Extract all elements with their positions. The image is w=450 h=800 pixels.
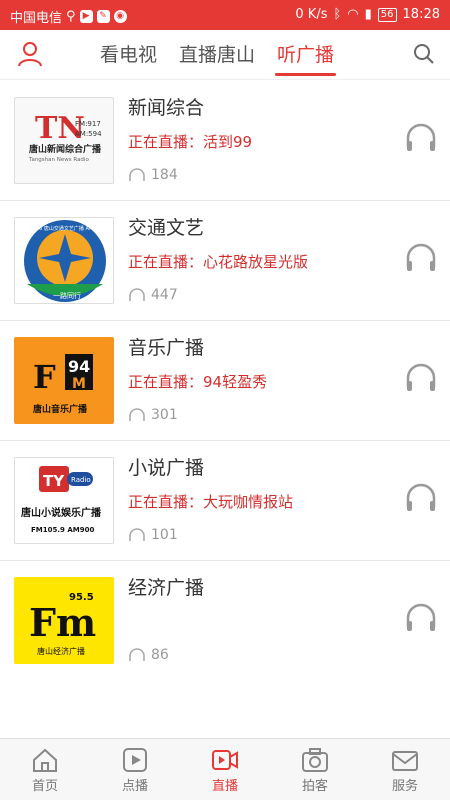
bottom-navigation: 首页 点播 直播 拍客 服务 (0, 738, 450, 800)
station-name: 新闻综合 (128, 97, 205, 119)
signal-icon: ▮ (364, 7, 372, 22)
svg-text:FM:917: FM:917 (75, 120, 101, 128)
listeners-icon (129, 408, 145, 421)
listeners-icon (129, 648, 145, 661)
listener-count: 101 (151, 527, 178, 543)
station-logo-news: TN FM:917 AM:594 唐山新闻综合广播 Tangshan News … (14, 97, 114, 184)
app-notification-icon: ◉ (113, 10, 127, 23)
station-logo-music: F 94 M 唐山音乐广播 (14, 337, 114, 424)
station-name: 小说广播 (128, 457, 205, 479)
nav-label: 直播 (211, 779, 238, 794)
clock: 18:28 (402, 7, 440, 22)
home-icon (33, 748, 57, 772)
svg-text:FM105.9 AM900: FM105.9 AM900 (31, 526, 94, 534)
top-navigation: 看电视 直播唐山 听广播 (0, 30, 450, 80)
svg-text:唐山新闻综合广播: 唐山新闻综合广播 (29, 143, 102, 155)
svg-text:95.5: 95.5 (69, 592, 94, 603)
listeners-icon (129, 528, 145, 541)
listeners-icon (129, 288, 145, 301)
nav-vod[interactable]: 点播 (90, 739, 180, 800)
headphones-icon[interactable] (404, 121, 438, 155)
headphones-icon[interactable] (404, 241, 438, 275)
svg-text:Radio: Radio (71, 476, 91, 484)
app-notification-icon: ▶ (79, 10, 93, 23)
now-playing: 正在直播：94轻盈秀 (128, 373, 268, 391)
listener-count: 86 (151, 647, 169, 663)
svg-text:94: 94 (68, 357, 90, 376)
nav-live[interactable]: 直播 (180, 739, 270, 800)
nav-home[interactable]: 首页 (0, 739, 90, 800)
station-row-economy[interactable]: Fm 95.5 唐山经济广播 经济广播 86 (0, 561, 450, 681)
headphones-icon[interactable] (404, 481, 438, 515)
station-name: 交通文艺 (128, 217, 205, 239)
status-bar: 中国电信 ⚲ ▶ ✎ ◉ 0 K/s ᛒ ◠ ▮ 56 18:28 (0, 0, 450, 30)
logo-letters: TN (35, 111, 85, 146)
listener-count: 301 (151, 407, 178, 423)
nav-reporter[interactable]: 拍客 (270, 739, 360, 800)
svg-text:Tangshan News Radio: Tangshan News Radio (28, 157, 89, 163)
headphones-icon[interactable] (404, 601, 438, 635)
svg-text:唐山音乐广播: 唐山音乐广播 (33, 403, 88, 415)
now-playing: 正在直播：大玩咖情报站 (128, 493, 294, 511)
listeners-icon (129, 168, 145, 181)
station-logo-novel: TY Radio 唐山小说娱乐广播 FM105.9 AM900 (14, 457, 114, 544)
tab-live-tangshan[interactable]: 直播唐山 (179, 30, 255, 80)
video-icon (212, 750, 238, 770)
svg-text:Fm: Fm (29, 600, 96, 645)
station-logo-traffic: 一路同行 FM99.6 唐山交通文艺广播 AM1143 (14, 217, 114, 304)
svg-text:唐山小说娱乐广播: 唐山小说娱乐广播 (21, 506, 102, 519)
wifi-icon: ◠ (347, 7, 359, 22)
tab-watch-tv[interactable]: 看电视 (100, 30, 157, 80)
svg-text:AM:594: AM:594 (75, 130, 102, 138)
station-row-traffic[interactable]: 一路同行 FM99.6 唐山交通文艺广播 AM1143 交通文艺 正在直播：心花… (0, 201, 450, 321)
nav-label: 点播 (121, 779, 148, 794)
station-row-novel[interactable]: TY Radio 唐山小说娱乐广播 FM105.9 AM900 小说广播 正在直… (0, 441, 450, 561)
user-icon[interactable] (16, 40, 44, 68)
network-speed: 0 K/s (295, 7, 328, 22)
now-playing: 正在直播：活到99 (128, 133, 253, 151)
app-notification-icon: ✎ (96, 10, 110, 23)
listener-count: 184 (151, 167, 178, 183)
carrier-label: 中国电信 (10, 11, 63, 26)
svg-text:唐山经济广播: 唐山经济广播 (37, 646, 85, 656)
now-playing: 正在直播：心花路放星光版 (128, 253, 309, 271)
search-icon[interactable] (412, 42, 436, 66)
nav-label: 服务 (391, 779, 418, 794)
camera-icon (302, 748, 328, 772)
station-name: 音乐广播 (128, 337, 205, 359)
usb-icon: ⚲ (66, 9, 76, 24)
station-logo-economy: Fm 95.5 唐山经济广播 (14, 577, 114, 664)
svg-text:F: F (33, 358, 56, 396)
nav-label: 拍客 (301, 779, 328, 794)
station-list: TN FM:917 AM:594 唐山新闻综合广播 Tangshan News … (0, 81, 450, 681)
station-row-music[interactable]: F 94 M 唐山音乐广播 音乐广播 正在直播：94轻盈秀 301 (0, 321, 450, 441)
channel-tabs: 看电视 直播唐山 听广播 (100, 30, 356, 80)
play-icon (123, 748, 147, 772)
station-name: 经济广播 (128, 577, 205, 599)
headphones-icon[interactable] (404, 361, 438, 395)
station-row-news[interactable]: TN FM:917 AM:594 唐山新闻综合广播 Tangshan News … (0, 81, 450, 201)
nav-service[interactable]: 服务 (360, 739, 450, 800)
svg-text:M: M (72, 376, 86, 392)
listener-count: 447 (151, 287, 178, 303)
svg-text:一路同行: 一路同行 (53, 291, 81, 300)
nav-label: 首页 (31, 779, 58, 794)
tab-radio[interactable]: 听广播 (275, 30, 337, 80)
battery-level: 56 (377, 7, 397, 22)
mail-icon (392, 751, 418, 771)
svg-text:FM99.6 唐山交通文艺广播 AM1143: FM99.6 唐山交通文艺广播 AM1143 (24, 225, 106, 232)
bluetooth-icon: ᛒ (333, 7, 342, 22)
svg-text:TY: TY (43, 472, 65, 490)
